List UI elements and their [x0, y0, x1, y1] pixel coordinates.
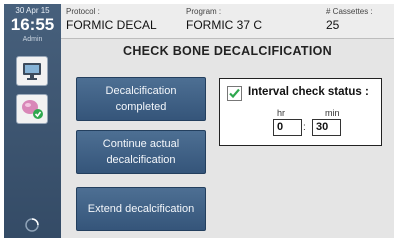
monitor-button[interactable]: [16, 56, 48, 86]
protocol-value: FORMIC DECAL: [66, 18, 157, 32]
busy-spinner-icon: [25, 218, 39, 232]
continue-decalcification-line1: Continue actual: [102, 138, 180, 150]
decalcification-completed-line1: Decalcification: [105, 85, 177, 97]
sidebar-clock: 16:55: [10, 15, 55, 34]
cassettes-label: # Cassettes :: [326, 7, 373, 16]
interval-check-panel: Interval check status : hr min 0 : 30: [219, 78, 382, 146]
continue-decalcification-button[interactable]: Continue actual decalcification: [76, 130, 206, 174]
sidebar-user: Admin: [22, 36, 43, 43]
continue-decalcification-line2: decalcification: [106, 154, 176, 166]
app-window: 30 Apr 15 16:55 Admin Protocol : FORMIC …: [4, 4, 394, 238]
extend-decalcification-button[interactable]: Extend decalcification: [76, 187, 206, 231]
program-value: FORMIC 37 C: [186, 18, 263, 32]
cassettes-value: 25: [326, 18, 340, 32]
reagent-status-button[interactable]: [16, 94, 48, 124]
page-title: CHECK BONE DECALCIFICATION: [123, 44, 332, 58]
extend-decalcification-label: Extend decalcification: [87, 203, 195, 215]
time-separator: :: [303, 122, 306, 133]
program-label: Program :: [186, 7, 222, 16]
interval-check-label: Interval check status :: [248, 86, 369, 98]
checkmark-icon: [229, 88, 240, 99]
reagent-check-icon: [22, 100, 43, 119]
protocol-label: Protocol :: [66, 7, 100, 16]
continue-decalcification-label: Continue actual decalcification: [103, 136, 179, 168]
monitor-icon: [23, 63, 41, 80]
hours-unit-label: hr: [277, 108, 286, 118]
decalcification-completed-line2: completed: [115, 101, 167, 113]
hours-input[interactable]: 0: [273, 119, 302, 136]
decalcification-completed-label: Decalcification completed: [106, 83, 177, 115]
header-bar: Protocol : FORMIC DECAL Program : FORMIC…: [61, 4, 394, 39]
sidebar: 30 Apr 15 16:55 Admin: [4, 4, 61, 238]
sidebar-date: 30 Apr 15: [15, 6, 50, 15]
interval-check-checkbox[interactable]: [227, 86, 242, 101]
decalcification-completed-button[interactable]: Decalcification completed: [76, 77, 206, 121]
minutes-unit-label: min: [325, 108, 340, 118]
minutes-input[interactable]: 30: [312, 119, 341, 136]
